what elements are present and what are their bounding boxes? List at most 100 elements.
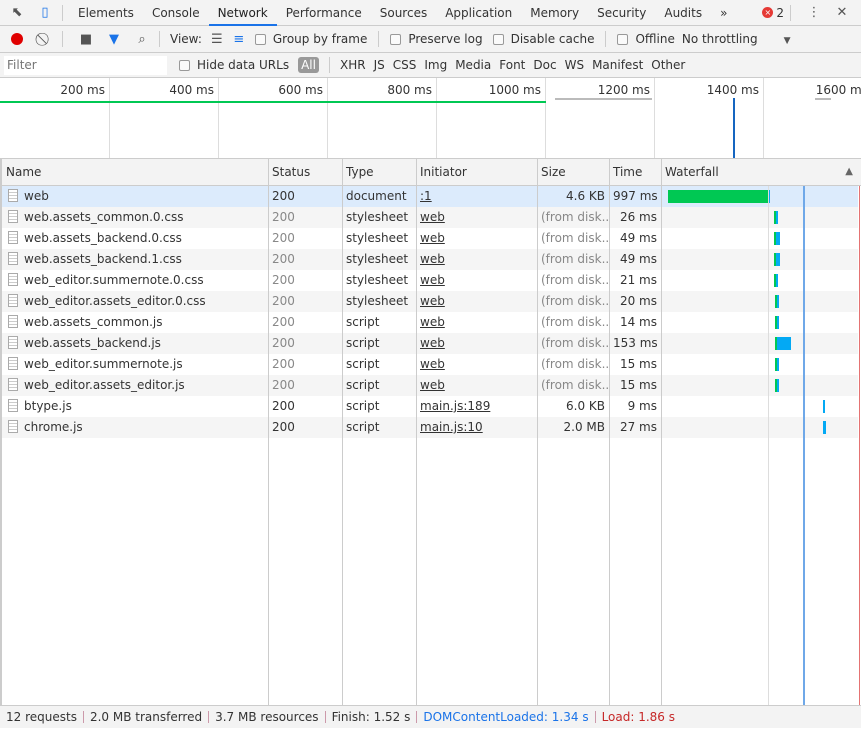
cell-initiator[interactable]: web: [416, 228, 537, 249]
cell-initiator[interactable]: web: [416, 291, 537, 312]
column-header-status[interactable]: Status: [268, 159, 342, 186]
table-row[interactable]: web.assets_backend.0.css 200 stylesheet web…: [2, 228, 858, 249]
cell-initiator[interactable]: main.js:10: [416, 417, 537, 438]
filter-type-font[interactable]: Font: [499, 58, 525, 72]
cell-initiator[interactable]: web: [416, 333, 537, 354]
hide-data-urls-checkbox[interactable]: Hide data URLs: [179, 58, 289, 72]
device-toolbar-icon[interactable]: ▯: [34, 2, 56, 24]
cell-initiator[interactable]: main.js:189: [416, 396, 537, 417]
filter-type-doc[interactable]: Doc: [533, 58, 556, 72]
table-row[interactable]: web.assets_common.0.css 200 stylesheet web (…: [2, 207, 858, 228]
status-value: 200: [272, 336, 295, 350]
tab-memory[interactable]: Memory: [521, 0, 588, 26]
devtools-tab-bar: ⬉ ▯ Elements Console Network Performance Sou…: [0, 0, 861, 26]
waterfall-download-bar: [776, 337, 792, 350]
filter-bar: Hide data URLs All XHR JS CSS Img Media Font Do…: [0, 53, 861, 78]
filter-type-media[interactable]: Media: [455, 58, 491, 72]
filter-type-other[interactable]: Other: [651, 58, 685, 72]
error-icon[interactable]: ×: [762, 7, 774, 18]
overview-gridline: [109, 78, 110, 158]
column-header-type[interactable]: Type: [342, 159, 416, 186]
name-value: web.assets_backend.0.css: [24, 231, 182, 245]
cell-time: 21 ms: [609, 270, 661, 291]
error-count[interactable]: 2: [776, 6, 784, 20]
waterfall-download-bar: [822, 421, 826, 434]
filter-type-img[interactable]: Img: [424, 58, 447, 72]
close-icon[interactable]: ✕: [831, 2, 853, 24]
name-value: chrome.js: [24, 420, 83, 434]
table-row[interactable]: btype.js 200 script main.js:189 6.0 KB 9 ms: [2, 396, 858, 417]
large-rows-icon[interactable]: ☰: [206, 28, 228, 50]
cell-initiator[interactable]: web: [416, 270, 537, 291]
tab-application[interactable]: Application: [436, 0, 521, 26]
cell-initiator[interactable]: web: [416, 375, 537, 396]
more-tabs-button[interactable]: »: [711, 0, 736, 26]
network-overview-timeline[interactable]: 200 ms 400 ms 600 ms 800 ms 1000 ms 1200 ms 14…: [0, 78, 861, 159]
cell-initiator[interactable]: :1: [416, 186, 537, 207]
tab-security[interactable]: Security: [588, 0, 655, 26]
sort-ascending-icon[interactable]: ▲: [845, 166, 853, 177]
clear-icon[interactable]: ⃠: [34, 28, 56, 50]
time-value: 21 ms: [619, 273, 657, 287]
table-row[interactable]: web.assets_backend.js 200 script web (from d…: [2, 333, 858, 354]
table-row[interactable]: web_editor.assets_editor.js 200 script web (…: [2, 375, 858, 396]
throttling-select[interactable]: No throttling ▼: [682, 32, 791, 46]
offline-checkbox[interactable]: Offline: [617, 32, 675, 46]
column-header-waterfall[interactable]: Waterfall: [661, 159, 859, 186]
filter-input[interactable]: [4, 55, 167, 75]
table-row[interactable]: chrome.js 200 script main.js:10 2.0 MB 27 ms: [2, 417, 858, 438]
cell-initiator[interactable]: web: [416, 354, 537, 375]
column-header-size[interactable]: Size: [537, 159, 609, 186]
record-button[interactable]: [6, 28, 28, 50]
filter-icon[interactable]: ▼: [103, 28, 125, 50]
filter-type-xhr[interactable]: XHR: [340, 58, 366, 72]
tab-audits[interactable]: Audits: [655, 0, 711, 26]
cell-name: chrome.js: [2, 417, 268, 438]
capture-screenshots-icon[interactable]: ■: [75, 28, 97, 50]
cell-status: 200: [268, 354, 342, 375]
tab-performance[interactable]: Performance: [277, 0, 371, 26]
tab-console[interactable]: Console: [143, 0, 209, 26]
tab-sources[interactable]: Sources: [371, 0, 436, 26]
table-row[interactable]: web_editor.summernote.js 200 script web (fro…: [2, 354, 858, 375]
type-value: script: [346, 336, 380, 350]
type-value: script: [346, 399, 380, 413]
filter-type-css[interactable]: CSS: [393, 58, 417, 72]
divider: [378, 31, 380, 47]
search-icon[interactable]: ⌕: [131, 28, 153, 50]
waterfall-view-icon[interactable]: ≡: [228, 28, 250, 50]
size-value: (from disk...: [541, 273, 609, 287]
filter-type-all[interactable]: All: [298, 57, 319, 73]
name-value: btype.js: [24, 399, 72, 413]
table-row[interactable]: web 200 document:1 4.6 KB 997 ms: [2, 186, 858, 207]
overview-gridline: [763, 78, 764, 158]
filter-type-manifest[interactable]: Manifest: [592, 58, 643, 72]
kebab-menu-icon[interactable]: ⋮: [803, 2, 825, 24]
cell-initiator[interactable]: web: [416, 207, 537, 228]
table-row[interactable]: web_editor.summernote.0.css 200 stylesheet…: [2, 270, 858, 291]
cell-initiator[interactable]: web: [416, 312, 537, 333]
table-row[interactable]: web.assets_common.js 200 script web (from di…: [2, 312, 858, 333]
type-value: stylesheet: [346, 231, 409, 245]
column-header-initiator[interactable]: Initiator: [416, 159, 537, 186]
type-value: script: [346, 357, 380, 371]
status-value: 200: [272, 210, 295, 224]
tab-elements[interactable]: Elements: [69, 0, 143, 26]
table-row[interactable]: web.assets_backend.1.css 200 stylesheet web…: [2, 249, 858, 270]
preserve-log-checkbox[interactable]: Preserve log: [390, 32, 483, 46]
cell-size: 6.0 KB: [537, 396, 609, 417]
group-by-frame-checkbox[interactable]: Group by frame: [254, 32, 367, 46]
disable-cache-checkbox[interactable]: Disable cache: [492, 32, 594, 46]
column-header-time[interactable]: Time: [609, 159, 661, 186]
filter-type-ws[interactable]: WS: [565, 58, 584, 72]
inspect-element-icon[interactable]: ⬉: [6, 2, 28, 24]
tab-network[interactable]: Network: [208, 0, 277, 26]
table-row[interactable]: web_editor.assets_editor.0.css 200 stylesh…: [2, 291, 858, 312]
filter-type-js[interactable]: JS: [374, 58, 385, 72]
throttling-value: No throttling: [681, 32, 758, 46]
column-header-name[interactable]: Name: [2, 159, 268, 186]
cell-initiator[interactable]: web: [416, 249, 537, 270]
cell-type: stylesheet: [342, 270, 416, 291]
overview-tick-label: 1200 ms: [597, 83, 650, 97]
cell-time: 26 ms: [609, 207, 661, 228]
